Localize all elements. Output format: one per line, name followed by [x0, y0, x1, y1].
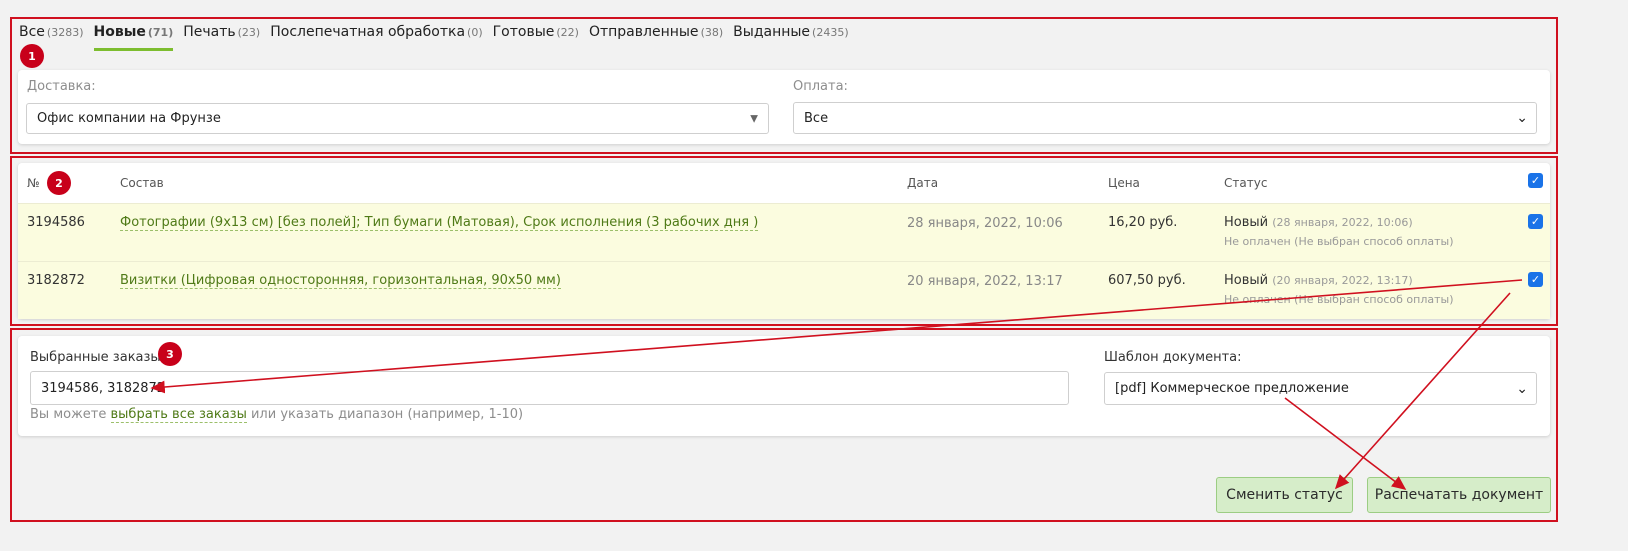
- payment-value: Все: [804, 110, 829, 126]
- change-status-button[interactable]: Сменить статус: [1216, 477, 1353, 513]
- template-label: Шаблон документа:: [1104, 350, 1242, 365]
- tab-all[interactable]: Все (3283): [19, 24, 84, 40]
- tab-issued[interactable]: Выданные (2435): [733, 24, 848, 40]
- delivery-label: Доставка:: [27, 79, 96, 94]
- order-payment-status: Не оплачен (Не выбран способ оплаты): [1224, 235, 1454, 248]
- selected-orders-label: Выбранные заказы:: [30, 350, 166, 365]
- tab-postprint[interactable]: Послепечатная обработка (0): [270, 24, 482, 40]
- tab-new[interactable]: Новые (71): [93, 24, 173, 51]
- order-status: Новый (28 января, 2022, 10:06): [1224, 215, 1413, 230]
- dropdown-triangle-icon: ▼: [750, 113, 758, 124]
- delivery-value: Офис компании на Фрунзе: [37, 111, 221, 126]
- order-date: 28 января, 2022, 10:06: [907, 216, 1063, 231]
- selected-orders-input[interactable]: 3194586, 3182872: [30, 371, 1069, 405]
- filters-card: Доставка: Офис компании на Фрунзе ▼ Опла…: [18, 70, 1550, 144]
- header-price: Цена: [1108, 176, 1140, 190]
- selection-card: Выбранные заказы: 3194586, 3182872 Вы мо…: [18, 336, 1550, 436]
- selection-hint: Вы можете выбрать все заказы или указать…: [30, 407, 524, 423]
- tab-print[interactable]: Печать (23): [183, 24, 260, 40]
- header-date: Дата: [907, 176, 939, 190]
- header-number: №: [27, 176, 40, 190]
- row-checkbox[interactable]: ✓: [1528, 214, 1543, 229]
- chevron-down-icon: ⌄: [1516, 380, 1528, 397]
- payment-select[interactable]: Все ⌄: [793, 102, 1537, 134]
- annotation-badge-2: 2: [47, 171, 71, 195]
- template-select[interactable]: [pdf] Коммерческое предложение ⌄: [1104, 372, 1537, 405]
- header-status: Статус: [1224, 176, 1268, 190]
- print-document-button[interactable]: Распечатать документ: [1367, 477, 1551, 513]
- tab-ready[interactable]: Готовые (22): [493, 24, 579, 40]
- order-status: Новый (20 января, 2022, 13:17): [1224, 273, 1413, 288]
- order-content-link[interactable]: Фотографии (9x13 см) [без полей]; Тип бу…: [120, 215, 759, 231]
- select-all-orders-link[interactable]: выбрать все заказы: [110, 407, 247, 423]
- row-checkbox[interactable]: ✓: [1528, 272, 1543, 287]
- delivery-select[interactable]: Офис компании на Фрунзе ▼: [26, 103, 769, 134]
- order-number: 3182872: [27, 273, 85, 288]
- order-date: 20 января, 2022, 13:17: [907, 274, 1063, 289]
- annotation-badge-3: 3: [158, 342, 182, 366]
- status-tabs: Все (3283) Новые (71) Печать (23) Послепеча…: [19, 24, 849, 51]
- header-content: Состав: [120, 176, 164, 190]
- table-row: [18, 203, 1550, 261]
- tab-sent[interactable]: Отправленные (38): [589, 24, 723, 40]
- chevron-down-icon: ⌄: [1516, 110, 1528, 126]
- order-price: 607,50 руб.: [1108, 273, 1186, 288]
- order-content-link[interactable]: Визитки (Цифровая односторонняя, горизон…: [120, 273, 561, 289]
- order-payment-status: Не оплачен (Не выбран способ оплаты): [1224, 293, 1454, 306]
- select-all-checkbox[interactable]: ✓: [1528, 173, 1543, 188]
- table-row: [18, 261, 1550, 319]
- order-number: 3194586: [27, 215, 85, 230]
- payment-label: Оплата:: [793, 79, 848, 94]
- order-price: 16,20 руб.: [1108, 215, 1178, 230]
- annotation-badge-1: 1: [20, 44, 44, 68]
